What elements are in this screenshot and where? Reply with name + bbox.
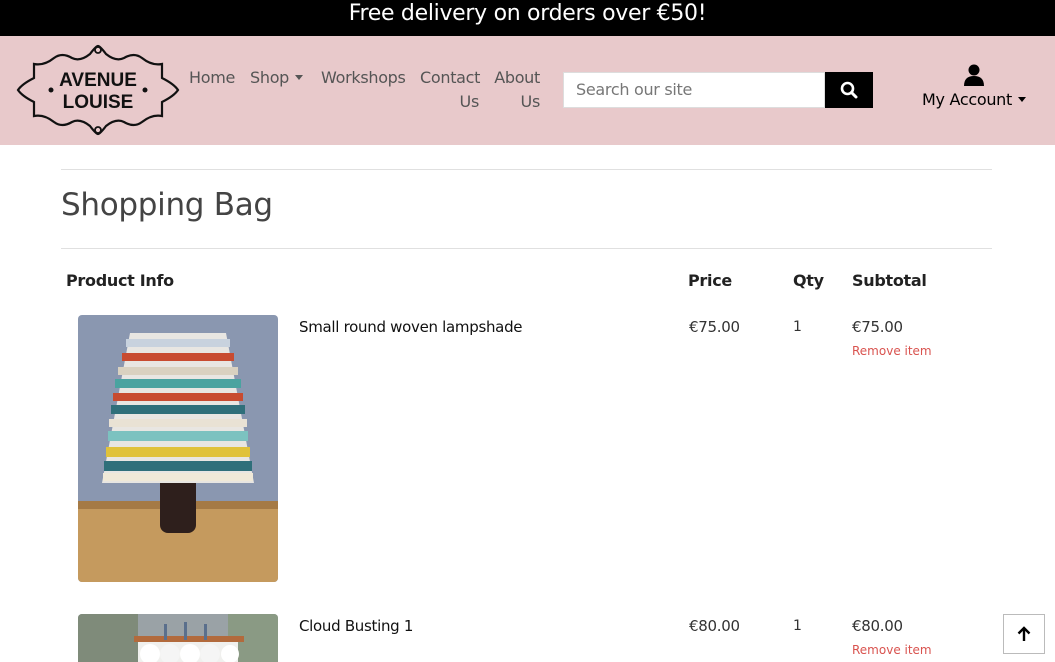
search-icon — [840, 81, 858, 99]
my-account-label: My Account — [922, 90, 1012, 109]
promo-banner: Free delivery on orders over €50! — [0, 0, 1055, 36]
product-name[interactable]: Small round woven lampshade — [299, 317, 523, 337]
brand-line-1: AVENUE — [59, 70, 137, 91]
product-price: €80.00 — [689, 617, 740, 635]
user-icon — [964, 64, 984, 86]
product-qty: 1 — [793, 319, 802, 335]
nav-workshops[interactable]: Workshops — [321, 66, 406, 90]
nav-shop[interactable]: Shop — [250, 66, 304, 90]
nav-home[interactable]: Home — [189, 66, 235, 90]
brand-logo[interactable]: AVENUE LOUISE — [14, 44, 182, 136]
chevron-down-icon — [295, 74, 304, 80]
header-product-info: Product Info — [66, 271, 174, 290]
page-title: Shopping Bag — [61, 187, 273, 223]
product-image-lampshade[interactable] — [78, 315, 278, 582]
back-to-top-button[interactable] — [1003, 614, 1045, 654]
chevron-down-icon — [1017, 96, 1026, 102]
header-subtotal: Subtotal — [852, 271, 927, 290]
remove-item-link[interactable]: Remove item — [852, 344, 932, 358]
nav-about-us[interactable]: About Us — [494, 66, 540, 114]
header-qty: Qty — [793, 271, 824, 290]
header-price: Price — [688, 271, 732, 290]
product-subtotal: €75.00 — [852, 318, 903, 336]
divider — [61, 169, 992, 170]
nav-contact-us[interactable]: Contact Us — [420, 66, 480, 114]
divider — [61, 248, 992, 249]
product-qty: 1 — [793, 618, 802, 634]
search-input[interactable]: Search our site — [563, 72, 825, 108]
brand-line-2: LOUISE — [63, 92, 134, 113]
product-image-cloud-busting[interactable] — [78, 614, 278, 662]
remove-item-link[interactable]: Remove item — [852, 643, 932, 657]
search-button[interactable] — [825, 72, 873, 108]
arrow-up-icon — [1017, 626, 1031, 641]
product-subtotal: €80.00 — [852, 617, 903, 635]
site-header: AVENUE LOUISE Home Shop Workshops Contac… — [0, 36, 1055, 145]
promo-text: Free delivery on orders over €50! — [348, 1, 707, 26]
product-name[interactable]: Cloud Busting 1 — [299, 616, 413, 636]
product-price: €75.00 — [689, 318, 740, 336]
my-account-menu[interactable]: My Account — [916, 64, 1032, 109]
